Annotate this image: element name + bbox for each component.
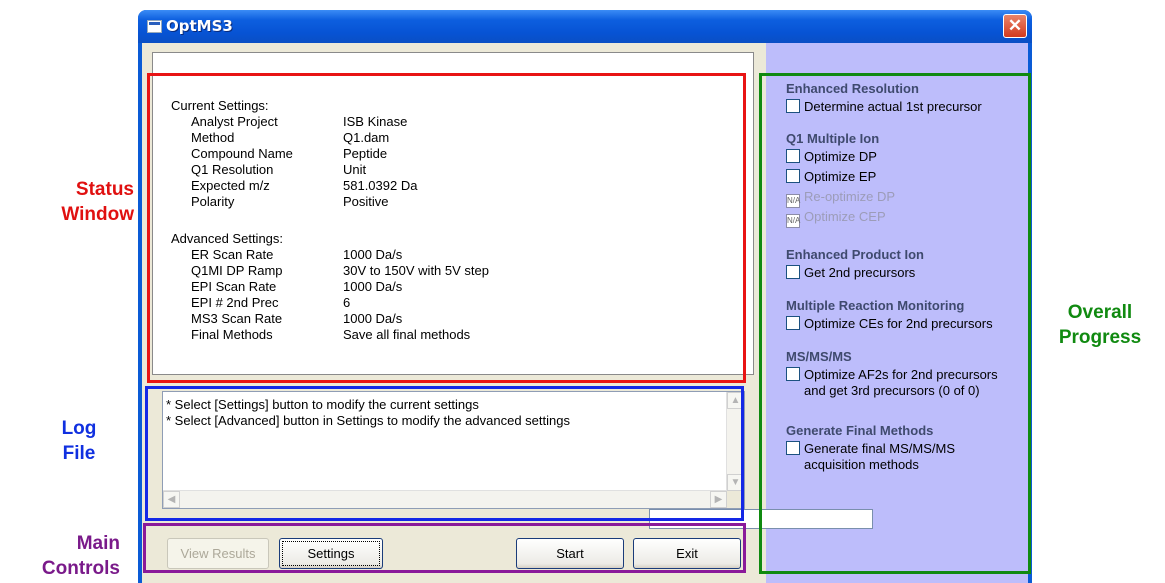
log-file-callout: Log File — [44, 416, 114, 466]
callout-line: Overall — [1067, 302, 1133, 323]
status-window-callout: Status Window — [48, 177, 134, 227]
main-controls-frame — [143, 523, 746, 573]
callout-line: Window — [61, 204, 134, 225]
app-icon — [147, 20, 162, 33]
callout-line: Progress — [1058, 327, 1142, 348]
window-title: OptMS3 — [166, 17, 233, 35]
main-controls-callout: Main Controls — [2, 531, 120, 581]
callout-line: Status — [75, 179, 134, 200]
callout-line: File — [62, 443, 96, 464]
close-icon[interactable]: ✕ — [1003, 14, 1027, 38]
callout-line: Main — [76, 533, 120, 554]
callout-line: Controls — [41, 558, 120, 579]
log-file-frame — [145, 386, 744, 521]
title-bar[interactable]: OptMS3 ✕ — [138, 10, 1032, 43]
overall-progress-callout: Overall Progress — [1035, 300, 1165, 350]
status-window-frame — [147, 73, 746, 383]
overall-progress-frame — [759, 73, 1031, 574]
callout-line: Log — [61, 418, 97, 439]
